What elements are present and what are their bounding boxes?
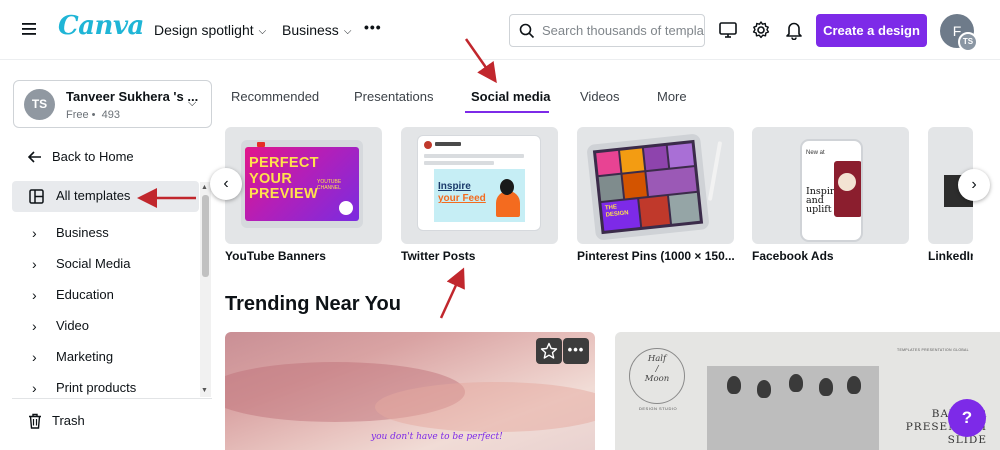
annotation-arrows <box>137 38 497 319</box>
annotation-arrow <box>464 38 497 84</box>
annotation-arrow <box>439 267 465 319</box>
